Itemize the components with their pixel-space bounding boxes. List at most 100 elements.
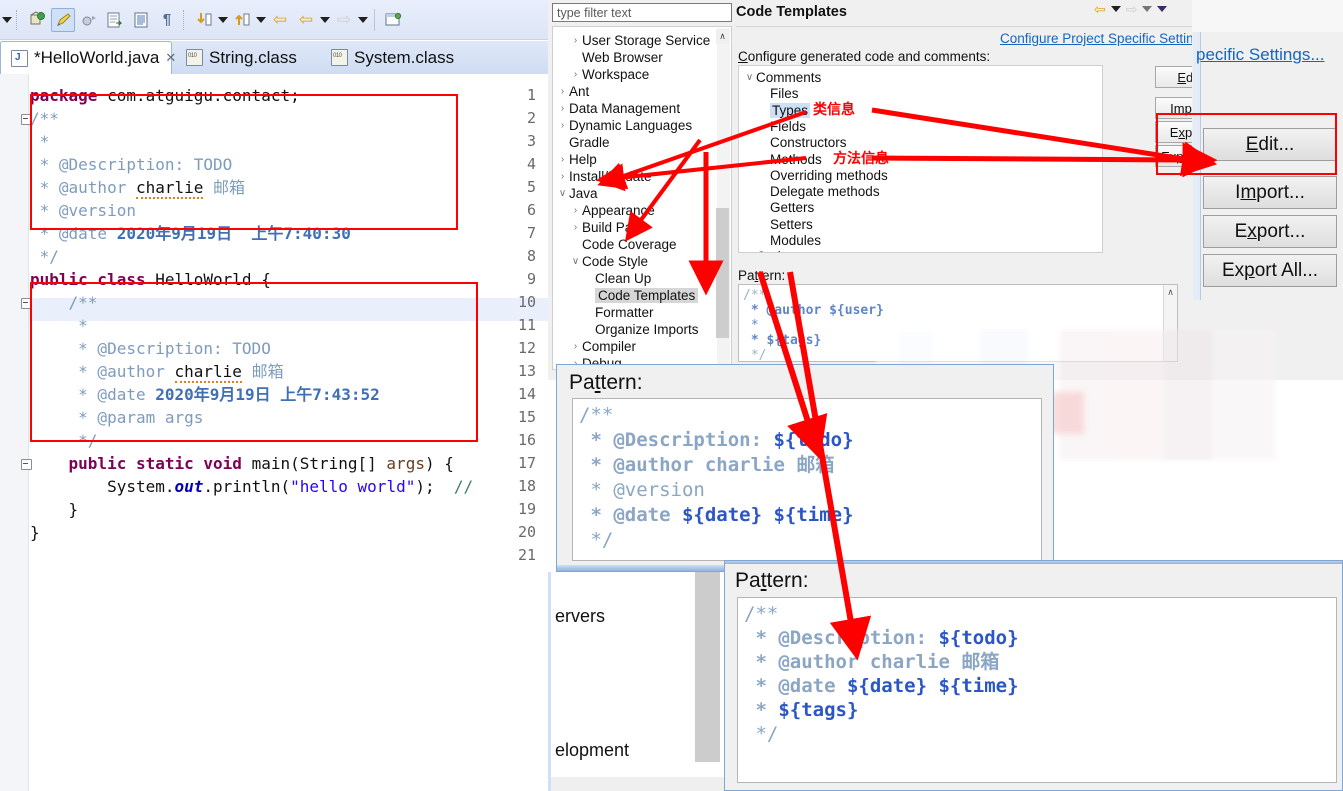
sidebar-item-install-update[interactable]: › Install/Update xyxy=(556,167,652,185)
format-icon[interactable] xyxy=(129,8,153,32)
code-line[interactable]: * @Description: TODO xyxy=(30,337,271,360)
next-annotation-caret[interactable] xyxy=(218,16,228,23)
code-line[interactable]: * @date 2020年9月19日 上午7:43:52 xyxy=(30,383,380,406)
code-line[interactable]: */ xyxy=(30,245,59,268)
code-line[interactable]: /** xyxy=(30,291,98,314)
template-node-methods[interactable]: Methods xyxy=(757,151,822,168)
sidebar-item-build-path[interactable]: › Build Path xyxy=(569,218,644,236)
code-line[interactable]: * xyxy=(30,314,88,337)
pilcrow-icon[interactable]: ¶ xyxy=(155,8,179,32)
template-node-comments[interactable]: ∨ Comments xyxy=(743,69,821,86)
code-line[interactable]: * @Description: TODO xyxy=(30,153,233,176)
chevron-right-icon[interactable]: › xyxy=(743,251,756,252)
background-tree-scrollbar[interactable] xyxy=(695,572,720,762)
template-node-code[interactable]: ›Code xyxy=(743,248,788,252)
editor-tab-string-class[interactable]: String.class xyxy=(176,41,307,74)
editor-tab-helloworld[interactable]: *HelloWorld.java ✕ xyxy=(0,41,176,74)
sidebar-item-code-templates[interactable]: Code Templates xyxy=(582,286,699,304)
chevron-right-icon[interactable]: › xyxy=(556,86,569,97)
template-node-overriding-methods[interactable]: Overriding methods xyxy=(757,167,888,184)
code-line[interactable]: } xyxy=(30,521,40,544)
pattern-textarea-types[interactable]: /** * @Description: ${todo} * @author ch… xyxy=(572,398,1042,561)
code-line[interactable]: * @param args xyxy=(30,406,203,429)
dialog-nav-icons[interactable]: ⇦ ⇨ xyxy=(1094,2,1168,16)
sidebar-item-formatter[interactable]: Formatter xyxy=(582,303,654,321)
sidebar-item-code-coverage[interactable]: Code Coverage xyxy=(569,235,677,253)
debug-icon[interactable] xyxy=(25,8,49,32)
chevron-right-icon[interactable]: › xyxy=(556,120,569,131)
sidebar-item-code-style[interactable]: ∨ Code Style xyxy=(569,252,648,270)
sidebar-item-ant[interactable]: › Ant xyxy=(556,82,589,100)
filter-input[interactable]: type filter text xyxy=(552,3,732,22)
edit-button-zoomed[interactable]: Edit... xyxy=(1203,128,1337,161)
tree-scrollbar[interactable]: ∧ xyxy=(716,28,730,369)
code-templates-tree[interactable]: ∨ Comments Files Types Fields Constructors Met… xyxy=(738,65,1103,253)
code-line[interactable]: package com.atguigu.contact; xyxy=(30,84,300,107)
sidebar-item-data-management[interactable]: › Data Management xyxy=(556,99,680,117)
code-line[interactable]: public class HelloWorld { xyxy=(30,268,271,291)
code-line[interactable]: } xyxy=(30,498,79,521)
back-arrow-icon[interactable]: ⇦ xyxy=(1094,2,1106,16)
sidebar-item-gradle[interactable]: Gradle xyxy=(556,133,610,151)
sidebar-item-compiler[interactable]: › Compiler xyxy=(569,337,636,355)
code-line[interactable]: * @author charlie 邮箱 xyxy=(30,360,284,383)
chevron-down-icon[interactable]: ∨ xyxy=(569,256,582,267)
configure-project-specific-settings-link[interactable]: Configure Project Specific Settings... xyxy=(1000,31,1219,46)
chevron-right-icon[interactable]: › xyxy=(569,222,582,233)
template-node-delegate-methods[interactable]: Delegate methods xyxy=(757,183,880,200)
project-specific-settings-link-zoomed[interactable]: pecific Settings... xyxy=(1196,45,1325,65)
code-line[interactable]: * @date 2020年9月19日 上午7:40:30 xyxy=(30,222,351,245)
chevron-right-icon[interactable]: › xyxy=(556,154,569,165)
code-line[interactable]: System.out.println("hello world"); // xyxy=(30,475,473,498)
highlight-icon[interactable] xyxy=(51,7,75,32)
template-node-constructors[interactable]: Constructors xyxy=(757,134,847,151)
sidebar-item-organize-imports[interactable]: Organize Imports xyxy=(582,320,699,338)
export-button-zoomed[interactable]: Ex port... xyxy=(1203,215,1337,248)
open-type-icon[interactable] xyxy=(103,8,127,32)
toolbar-dropdown-caret[interactable] xyxy=(2,16,12,23)
previous-annotation-caret[interactable] xyxy=(256,16,266,23)
template-node-files[interactable]: Files xyxy=(757,85,799,102)
chevron-down-icon[interactable]: ∨ xyxy=(743,72,756,83)
code-text-area[interactable]: 1 2 3 4 5 6 7 8 9 10 11 12 13 14 15 16 17 18 19 20 21 packag… xyxy=(0,74,548,791)
back-dropdown-caret[interactable] xyxy=(1110,6,1121,12)
sidebar-item-dynamic-languages[interactable]: › Dynamic Languages xyxy=(556,116,692,134)
sidebar-item-java[interactable]: ∨ Java xyxy=(556,184,598,202)
import-button-zoomed[interactable]: Im port... xyxy=(1203,176,1337,209)
chevron-right-icon[interactable]: › xyxy=(569,205,582,216)
pattern-textarea-methods[interactable]: /** * @Description: ${todo} * @author ch… xyxy=(737,597,1337,783)
editor-tab-strip[interactable]: *HelloWorld.java ✕ String.class System.c… xyxy=(0,41,548,75)
tree-scrollbar-thumb[interactable] xyxy=(716,208,729,338)
code-line[interactable]: * @author charlie 邮箱 xyxy=(30,176,245,199)
template-node-fields[interactable]: Fields xyxy=(757,118,806,135)
chevron-right-icon[interactable]: › xyxy=(569,69,582,80)
chevron-right-icon[interactable]: › xyxy=(556,103,569,114)
forward-arrow-icon[interactable]: ⇨ xyxy=(1126,2,1138,16)
back-icon[interactable]: ⇦ xyxy=(294,8,318,32)
template-node-modules[interactable]: Modules xyxy=(757,232,821,249)
new-window-icon[interactable] xyxy=(381,8,405,32)
close-icon[interactable]: ✕ xyxy=(165,50,176,66)
template-node-getters[interactable]: Getters xyxy=(757,199,814,216)
sidebar-item-help[interactable]: › Help xyxy=(556,150,597,168)
back-star-icon[interactable]: ⇦ xyxy=(268,8,292,32)
forward-dropdown-caret[interactable] xyxy=(1142,6,1153,12)
editor-tab-system-class[interactable]: System.class xyxy=(321,41,464,74)
export-all-button-zoomed[interactable]: Ex p ort All... xyxy=(1203,254,1337,287)
sidebar-item-web-browser[interactable]: Web Browser xyxy=(569,48,663,66)
template-node-types[interactable]: Types xyxy=(757,102,811,119)
preferences-tree[interactable]: › User Storage Service Web Browser › Workspa… xyxy=(552,26,732,370)
code-line[interactable]: /** xyxy=(30,107,59,130)
sidebar-item-user-storage-service[interactable]: › User Storage Service xyxy=(569,31,710,49)
code-line[interactable]: * xyxy=(30,130,50,153)
menu-caret[interactable] xyxy=(1157,6,1168,12)
code-line[interactable]: * @version xyxy=(30,199,136,222)
code-line[interactable]: public static void main(String[] args) { xyxy=(30,452,454,475)
back-caret[interactable] xyxy=(320,16,330,23)
template-node-setters[interactable]: Setters xyxy=(757,216,813,233)
code-line[interactable]: */ xyxy=(30,429,97,452)
previous-annotation-icon[interactable] xyxy=(230,8,254,32)
sidebar-item-clean-up[interactable]: Clean Up xyxy=(582,269,651,287)
forward-caret[interactable] xyxy=(358,16,368,23)
chevron-down-icon[interactable]: ∨ xyxy=(556,188,569,199)
